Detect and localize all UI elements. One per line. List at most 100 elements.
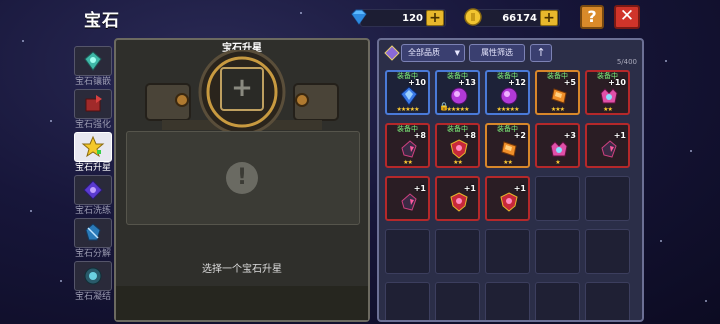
- gem-level: +2: [513, 131, 526, 140]
- attribute-filter-label: 属性筛选: [481, 48, 513, 57]
- gem-slot[interactable]: 装备中 +10 ★★★★★: [385, 70, 430, 115]
- empty-gem-slot[interactable]: [385, 282, 430, 320]
- nav-gem-condense[interactable]: 宝石凝结: [74, 261, 112, 302]
- chevron-down-icon: ▼: [454, 49, 460, 57]
- nav-label: 宝石凝结: [74, 292, 111, 302]
- gem-slot[interactable]: 装备中 +5 ★★★: [535, 70, 580, 115]
- empty-gem-slot[interactable]: [535, 176, 580, 221]
- sort-arrow-icon: ↑: [536, 46, 546, 59]
- gem-stars: ★★★★★: [396, 106, 420, 113]
- gem-slot[interactable]: 装备中 +8 ★★: [385, 123, 430, 168]
- help-button[interactable]: ?: [580, 5, 604, 29]
- diamond-counter: 120 +: [351, 9, 446, 27]
- red-shield-gem-icon: [448, 191, 470, 213]
- gem-level: +1: [413, 184, 426, 193]
- gem-slot[interactable]: +1: [385, 176, 430, 221]
- red-shield-gem-icon: [498, 191, 520, 213]
- nav-label: 宝石升星: [74, 163, 111, 173]
- add-gold-button[interactable]: +: [540, 10, 558, 26]
- gem-inventory-panel: 全部品质 ▼ 属性筛选 ↑ 5/400 装备中 +10 ★★★★★ 装备中 +13 ★★★…: [377, 38, 644, 322]
- quality-filter-dropdown[interactable]: 全部品质 ▼: [401, 44, 465, 62]
- upgrade-slot[interactable]: +: [220, 67, 264, 111]
- dark-crystal-gem-icon: [398, 138, 420, 160]
- gem-slot[interactable]: +1: [485, 176, 530, 221]
- quality-filter-label: 全部品质: [408, 48, 440, 57]
- nav-gem-refine[interactable]: 宝石洗练: [74, 175, 112, 216]
- nav-gem-star[interactable]: 宝石升星: [74, 132, 112, 173]
- empty-gem-slot[interactable]: [585, 229, 630, 274]
- gold-coin-icon: [464, 8, 482, 26]
- inventory-capacity: 5/400: [616, 58, 637, 66]
- gold-counter: 66174 +: [464, 8, 560, 27]
- gem-level: +1: [513, 184, 526, 193]
- close-button[interactable]: ✕: [614, 5, 640, 29]
- empty-gem-slot[interactable]: [435, 282, 480, 320]
- page-title: 宝石: [84, 11, 120, 31]
- gem-slot[interactable]: +1: [585, 123, 630, 168]
- warning-icon: !: [226, 162, 258, 194]
- empty-gem-slot[interactable]: [535, 229, 580, 274]
- gem-slot[interactable]: 装备中 +13 ★★★★★ 🔒: [435, 70, 480, 115]
- gem-slot[interactable]: 装备中 +10 ★★: [585, 70, 630, 115]
- gem-level: +10: [408, 78, 426, 87]
- blue-diamond-gem-icon: [398, 85, 420, 107]
- gem-slot[interactable]: +3 ★: [535, 123, 580, 168]
- nav-label: 宝石强化: [74, 120, 111, 130]
- empty-gem-slot[interactable]: [585, 176, 630, 221]
- empty-gem-slot[interactable]: [585, 282, 630, 320]
- gem-level: +12: [508, 78, 526, 87]
- bottom-bar: [116, 286, 368, 320]
- purple-orb-gem-icon: [498, 85, 520, 107]
- gem-star-icon: [81, 135, 105, 158]
- gem-level: +1: [463, 184, 476, 193]
- gem-inlay-icon: [84, 51, 102, 71]
- gem-level: +8: [413, 131, 426, 140]
- gem-slot[interactable]: +1: [435, 176, 480, 221]
- gem-slot[interactable]: 装备中 +2 ★★: [485, 123, 530, 168]
- gem-star-panel: 宝石升星 + ! 选择一个宝石升星: [114, 38, 370, 322]
- dark-crystal-gem-icon: [598, 138, 620, 160]
- select-gem-hint: 选择一个宝石升星: [202, 264, 282, 275]
- gem-slot[interactable]: 装备中 +8 ★★: [435, 123, 480, 168]
- gem-slot[interactable]: 装备中 +12 ★★★★★: [485, 70, 530, 115]
- empty-gem-slot[interactable]: [435, 229, 480, 274]
- nav-label: 宝石洗练: [74, 206, 111, 216]
- gem-level: +3: [563, 131, 576, 140]
- empty-gem-slot[interactable]: [385, 229, 430, 274]
- gold-value: 66174: [502, 12, 537, 24]
- red-shield-gem-icon: [448, 138, 470, 160]
- orange-shard-gem-icon: [498, 138, 520, 160]
- gem-stars: ★: [555, 159, 560, 166]
- attribute-filter-button[interactable]: 属性筛选: [469, 44, 525, 62]
- empty-gem-slot[interactable]: [485, 229, 530, 274]
- gem-stars: ★★: [403, 159, 413, 166]
- dark-crystal-gem-icon: [398, 191, 420, 213]
- add-diamond-button[interactable]: +: [426, 10, 444, 26]
- nav-gem-enhance[interactable]: 宝石强化: [74, 89, 112, 130]
- gem-level: +13: [458, 78, 476, 87]
- nav-label: 宝石分解: [74, 249, 111, 259]
- gem-stars: ★★★★★: [496, 106, 520, 113]
- purple-orb-gem-icon: [448, 85, 470, 107]
- gem-stars: ★★: [453, 159, 463, 166]
- empty-gem-slot[interactable]: [485, 282, 530, 320]
- nav-gem-decompose[interactable]: 宝石分解: [74, 218, 112, 259]
- pink-crown-gem-icon: [548, 138, 570, 160]
- nav-gem-inlay[interactable]: 宝石镶嵌: [74, 46, 112, 87]
- gem-refine-icon: [83, 180, 103, 200]
- empty-gem-slot[interactable]: [535, 282, 580, 320]
- plus-icon: +: [231, 73, 253, 103]
- gem-stars: ★★★: [550, 106, 565, 113]
- gem-level: +1: [613, 131, 626, 140]
- warning-mark: !: [236, 165, 248, 190]
- orange-shard-gem-icon: [548, 85, 570, 107]
- gem-level: +8: [463, 131, 476, 140]
- gem-level: +5: [563, 78, 576, 87]
- gem-stars: ★★: [603, 106, 613, 113]
- gem-stars: ★★: [503, 159, 513, 166]
- diamond-icon: [351, 9, 367, 25]
- gem-condense-icon: [84, 267, 102, 285]
- diamond-value: 120: [402, 12, 423, 24]
- sort-button[interactable]: ↑: [530, 44, 552, 62]
- quality-filter-icon: [384, 45, 400, 61]
